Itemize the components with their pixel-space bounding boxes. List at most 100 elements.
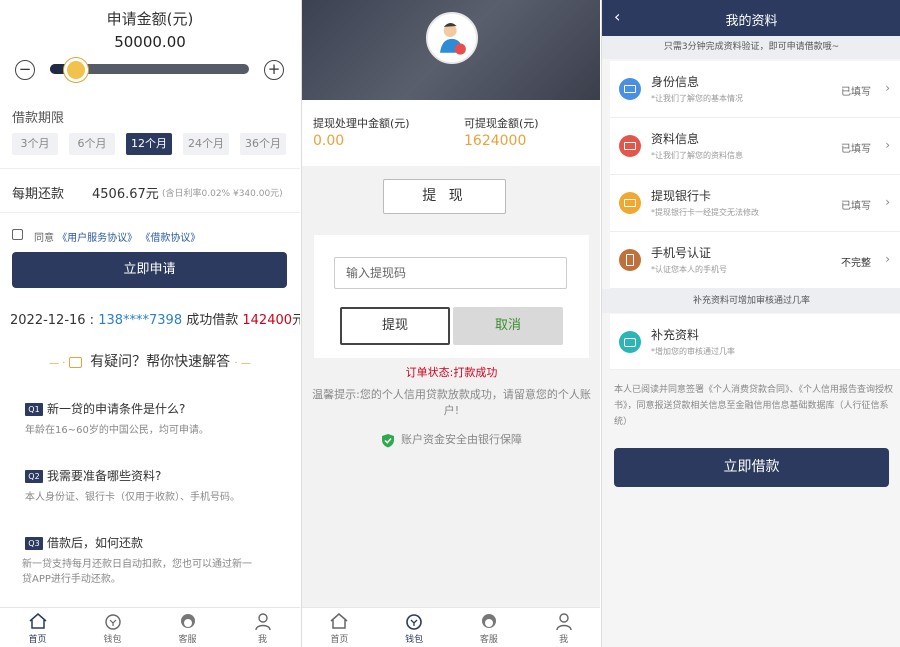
cancel-button[interactable]: 取消 [453,307,563,345]
ticker-amount: 142400 [242,313,293,328]
faq-answer-1: 年龄在16~60岁的中国公民，均可申请。 [25,425,209,436]
confirm-withdraw-button[interactable]: 提现 [340,307,450,345]
term-option-36[interactable]: 36个月 [240,133,286,155]
term-option-24[interactable]: 24个月 [183,133,229,155]
chevron-right-icon: › [885,195,890,209]
available-value: 1624000 [464,133,527,149]
profile-row-phone[interactable]: 手机号认证 *认证您本人的手机号 不完整 › [610,232,900,289]
repay-value: 4506.67元 [92,187,159,202]
tab-wallet[interactable]: 钱包 [75,608,150,647]
row-desc: *让我们了解您的基本情况 [651,94,743,103]
divider [0,168,300,169]
divider [0,212,300,213]
q1-badge: Q1 [25,403,43,416]
user-icon [254,613,271,631]
faq-question-2[interactable]: Q2 我需要准备哪些资料? [25,467,161,484]
faq-question-1[interactable]: Q1 新一贷的申请条件是什么? [25,400,185,417]
term-option-12[interactable]: 12个月 [126,133,172,155]
agreement-text: 同意 《用户服务协议》 《借款协议》 [34,229,200,244]
tab-wallet[interactable]: 钱包 [377,608,452,647]
tab-label: 钱包 [103,635,122,645]
phone-icon [619,249,641,271]
tab-home[interactable]: 首页 [0,608,75,647]
tab-label: 客服 [479,635,498,645]
tab-label: 钱包 [405,635,424,645]
chevron-right-icon: › [885,81,890,95]
repay-note: (含日利率0.02% ¥340.00元) [162,189,283,199]
ticker-date: 2022-12-16 : [10,313,99,328]
profile-row-extra[interactable]: 补充资料 *增加您的审核通过几率 [610,314,900,370]
nav-bar: ‹ 我的资料 [602,0,900,36]
amount-title: 申请金额(元) [106,10,194,28]
tab-me[interactable]: 我 [225,608,300,647]
row-title: 资料信息 [651,132,700,146]
avatar-illustration [428,14,476,62]
row-desc: *提现银行卡一经提交无法修改 [651,208,759,217]
tab-bar: 首页 钱包 客服 我 [302,607,600,647]
q3-badge: Q3 [25,537,43,550]
withdraw-button[interactable]: 提 现 [383,179,506,214]
wallet-screen: 提现处理中金额(元) 0.00 可提现金额(元) 1624000 提 现 输入提… [301,0,600,647]
shield-icon [382,433,394,447]
chat-icon [68,356,82,368]
profile-row-bank-card[interactable]: 提现银行卡 *提现银行卡一经提交无法修改 已填写 › [610,175,900,232]
order-status: 订单状态:打款成功 [405,366,498,379]
row-desc: *认证您本人的手机号 [651,265,727,274]
row-status: 不完整 [841,258,871,269]
service-icon [180,614,195,628]
row-status: 已填写 [841,201,871,212]
agree-checkbox[interactable] [12,229,23,240]
repay-label: 每期还款 [12,187,65,202]
row-desc: *让我们了解您的资料信息 [651,151,743,160]
chevron-right-icon: › [885,138,890,152]
id-card-icon [619,78,641,100]
security-text: 账户资金安全由银行保障 [401,433,522,446]
term-option-6[interactable]: 6个月 [69,133,115,155]
home-icon [29,613,46,629]
loan-agreement-link[interactable]: 《借款协议》 [140,233,200,244]
faq-title: 有疑问？帮你快速解答 [90,354,231,370]
wallet-icon [104,614,121,630]
loan-ticker: 2022-12-16 : 138****7398 成功借款 142400元! [10,309,300,328]
loan-apply-screen: 申请金额(元) 50000.00 − + 借款期限 3个月 6个月 12个月 2… [0,0,300,647]
row-status: 已填写 [841,144,871,155]
withdraw-code-dialog: 输入提现码 提现 取消 [314,235,589,358]
decrease-amount-button[interactable]: − [15,60,35,80]
apply-button[interactable]: 立即申请 [12,252,287,288]
q2-badge: Q2 [25,470,43,483]
tab-service[interactable]: 客服 [150,608,225,647]
profile-row-identity[interactable]: 身份信息 *让我们了解您的基本情况 已填写 › [610,61,900,118]
wallet-icon [406,614,422,630]
agree-prefix: 同意 [34,233,54,244]
faq-question-text: 我需要准备哪些资料? [47,469,162,483]
user-icon [555,613,572,631]
row-status: 已填写 [841,87,871,98]
faq-answer-3: 新一贷支持每月还款日自动扣款，您也可以通过新一贷APP进行手动还款。 [22,559,252,585]
row-title: 提现银行卡 [651,189,712,203]
profile-row-info[interactable]: 资料信息 *让我们了解您的资料信息 已填写 › [610,118,900,175]
borrow-now-button[interactable]: 立即借款 [614,448,889,487]
service-icon [481,614,496,628]
page-title: 我的资料 [725,14,778,29]
ticker-unit: 元! [292,313,300,328]
avatar [426,12,478,64]
withdraw-code-input[interactable]: 输入提现码 [334,257,567,289]
tab-label: 我 [257,635,267,645]
tab-label: 客服 [178,635,197,645]
faq-header: — · 有疑问？帮你快速解答 · — [49,354,251,370]
available-label: 可提现金额(元) [464,117,539,130]
verify-banner: 只需3分钟完成资料验证，即可申请借款哦~ [602,36,900,59]
faq-question-text: 借款后，如何还款 [47,536,144,550]
faq-question-3[interactable]: Q3 借款后，如何还款 [25,534,143,551]
term-option-3[interactable]: 3个月 [12,133,58,155]
tab-bar: 首页 钱包 客服 我 [0,607,300,647]
user-service-agreement-link[interactable]: 《用户服务协议》 [57,233,137,244]
tab-service[interactable]: 客服 [452,608,527,647]
bank-card-icon [619,192,641,214]
chevron-right-icon: › [885,252,890,266]
tab-home[interactable]: 首页 [302,608,377,647]
amount-slider-thumb[interactable] [63,58,88,82]
tab-me[interactable]: 我 [526,608,600,647]
increase-amount-button[interactable]: + [264,60,284,80]
amount-value: 50000.00 [114,33,186,51]
